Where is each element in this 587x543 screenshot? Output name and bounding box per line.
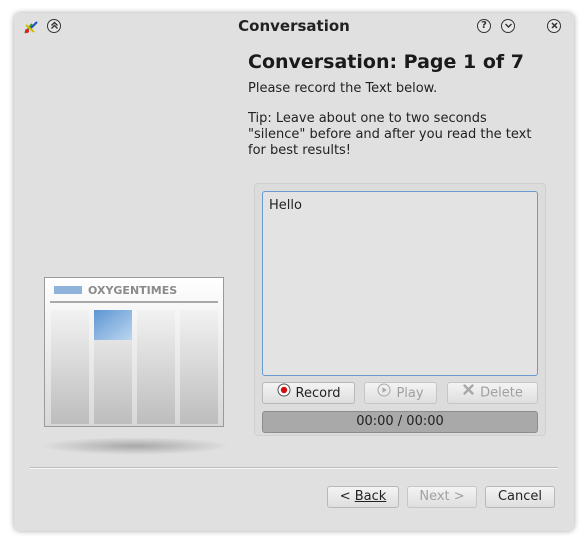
dialog-window: Conversation ? Conversation: Page 1 of 7… <box>14 13 574 531</box>
next-button[interactable]: Next > <box>407 486 477 508</box>
play-label: Play <box>396 386 424 401</box>
prompt-text[interactable]: Hello <box>262 191 538 376</box>
page-heading: Conversation: Page 1 of 7 <box>248 51 525 73</box>
minimize-icon[interactable] <box>501 19 515 33</box>
close-icon[interactable] <box>547 19 561 33</box>
help-icon[interactable]: ? <box>477 19 491 33</box>
record-button[interactable]: Record <box>262 382 355 404</box>
back-prefix: < <box>339 489 355 504</box>
back-button[interactable]: < Back <box>327 486 399 508</box>
page-description: Please record the Text below. <box>248 81 438 96</box>
back-label: Back <box>354 489 387 504</box>
recording-time: 00:00 / 00:00 <box>262 411 538 433</box>
record-label: Record <box>295 386 341 401</box>
newspaper-brand: OXYGENTIMES <box>88 284 177 297</box>
play-button[interactable]: Play <box>364 382 437 404</box>
play-icon <box>377 383 391 404</box>
cancel-button[interactable]: Cancel <box>485 486 555 508</box>
record-icon <box>277 383 291 404</box>
delete-button[interactable]: Delete <box>447 382 538 404</box>
delete-icon <box>462 383 475 403</box>
newspaper-illustration: OXYGENTIMES <box>44 277 224 427</box>
separator <box>30 467 558 469</box>
titlebar[interactable]: Conversation ? <box>14 13 574 41</box>
page-tip: Tip: Leave about one to two seconds "sil… <box>248 111 532 158</box>
delete-label: Delete <box>480 385 523 401</box>
illustration-shadow <box>40 437 230 455</box>
